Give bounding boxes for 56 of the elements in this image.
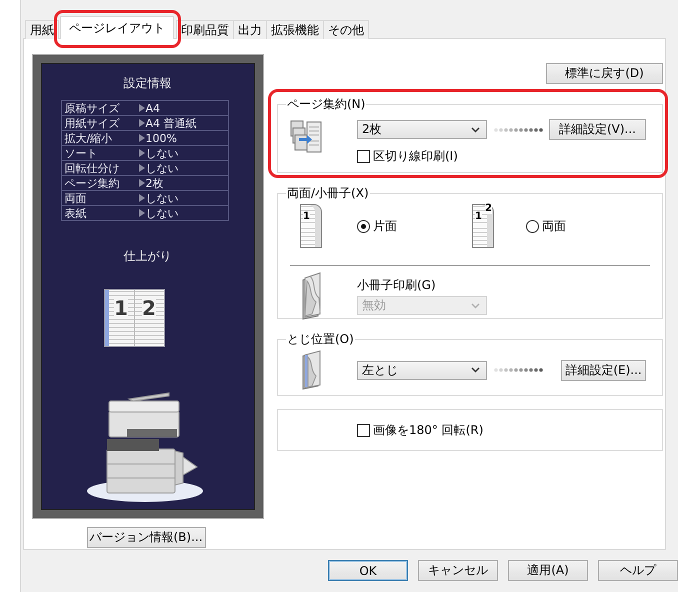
tab[interactable]: 出力 <box>233 20 267 39</box>
dialog-button[interactable]: OK <box>328 560 408 581</box>
setting-value: 2枚 <box>146 176 164 190</box>
divider-line-checkbox[interactable]: 区切り線印刷(I) <box>357 148 646 165</box>
setting-value: しない <box>146 160 178 176</box>
setting-value: A4 普通紙 <box>146 116 197 130</box>
setting-value: 100% <box>146 132 177 144</box>
setting-name: ページ集約 <box>64 176 120 190</box>
radio-label[interactable]: 片面 <box>373 218 397 234</box>
setting-value: しない <box>146 206 178 220</box>
tab[interactable]: 用紙 <box>25 20 59 39</box>
tab[interactable]: 拡張機能 <box>266 20 324 39</box>
finish-title: 仕上がり <box>124 248 172 265</box>
detail-settings-button[interactable]: 詳細設定(V)... <box>549 119 646 140</box>
dropdown[interactable]: 左とじ <box>357 360 487 380</box>
setting-name: 表紙 <box>64 206 88 220</box>
tab[interactable]: その他 <box>323 20 369 39</box>
page-number: 1 <box>114 298 128 318</box>
page-number: 2 <box>485 203 492 214</box>
booklet-label: 小冊子印刷(G) <box>357 277 437 294</box>
setting-value: しない <box>146 146 178 160</box>
group-label: 両面/小冊子(X) <box>286 185 370 202</box>
setting-name: 原稿サイズ <box>64 100 120 116</box>
caret-icon <box>471 126 480 132</box>
tab[interactable]: ページレイアウト <box>60 16 174 39</box>
caret-icon <box>471 367 480 373</box>
rotate-checkbox[interactable]: 画像を180° 回転(R) <box>357 422 484 438</box>
setting-name: 回転仕分け <box>64 160 120 176</box>
dialog-button[interactable]: ヘルプ <box>598 560 678 581</box>
page-combine-icon <box>290 119 322 155</box>
setting-value: A4 <box>146 102 160 114</box>
page-number: 1 <box>475 211 482 222</box>
setting-name: 用紙サイズ <box>64 116 120 130</box>
group-label: とじ位置(O) <box>286 331 355 348</box>
tab[interactable]: 印刷品質 <box>176 20 234 39</box>
dotted-connector <box>493 126 543 132</box>
detail-settings-button[interactable]: 詳細設定(E)... <box>561 360 646 380</box>
dropdown[interactable]: 2枚 <box>357 120 487 139</box>
reset-defaults-button[interactable]: 標準に戻す(D) <box>546 63 663 84</box>
dialog-button[interactable]: キャンセル <box>418 560 498 581</box>
binding-icon <box>300 350 322 390</box>
page-number: 1 <box>303 211 310 222</box>
caret-icon <box>471 302 480 308</box>
setting-name: 両面 <box>64 190 88 206</box>
page-number: 2 <box>142 298 156 318</box>
radio-button[interactable] <box>357 220 370 232</box>
radio-label[interactable]: 両面 <box>542 218 566 234</box>
settings-title: 設定情報 <box>124 75 172 92</box>
setting-name: 拡大/縮小 <box>64 130 114 146</box>
radio-button[interactable] <box>526 220 539 232</box>
dotted-connector <box>493 367 543 373</box>
setting-name: ソート <box>64 146 98 160</box>
version-info-button[interactable]: バージョン情報(B)... <box>86 527 206 548</box>
dialog-button[interactable]: 適用(A) <box>508 560 588 581</box>
group-label: ページ集約(N) <box>286 96 366 113</box>
setting-value: しない <box>146 190 178 206</box>
